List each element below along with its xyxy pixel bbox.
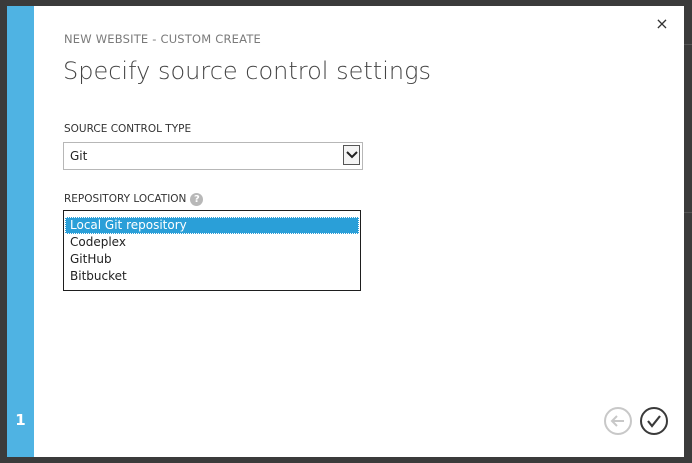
arrow-left-icon xyxy=(610,415,624,427)
back-button[interactable] xyxy=(604,407,632,435)
source-control-type-value: Git xyxy=(70,149,88,163)
new-website-dialog: 1 × NEW WEBSITE - CUSTOM CREATE Specify … xyxy=(7,6,684,457)
repository-location-label-text: REPOSITORY LOCATION xyxy=(64,193,187,205)
repository-option-local-git[interactable]: Local Git repository xyxy=(65,217,359,234)
repository-option-codeplex[interactable]: Codeplex xyxy=(65,234,359,251)
repository-option-github[interactable]: GitHub xyxy=(65,251,359,268)
source-control-type-select[interactable]: Git xyxy=(63,142,363,170)
repository-location-label: REPOSITORY LOCATION? xyxy=(64,193,204,206)
page-title: Specify source control settings xyxy=(63,57,431,85)
complete-button[interactable] xyxy=(640,407,668,435)
checkmark-icon xyxy=(647,415,661,428)
question-icon[interactable]: ? xyxy=(190,193,204,206)
step-number[interactable]: 1 xyxy=(7,411,34,429)
wizard-steps-bar: 1 xyxy=(7,6,34,457)
repository-location-listbox[interactable]: Local Git repository Codeplex GitHub Bit… xyxy=(63,210,361,291)
chevron-down-icon[interactable] xyxy=(343,145,360,165)
source-control-type-label: SOURCE CONTROL TYPE xyxy=(64,123,192,135)
close-icon[interactable]: × xyxy=(654,16,670,32)
wizard-subtitle: NEW WEBSITE - CUSTOM CREATE xyxy=(64,32,262,46)
repository-option-bitbucket[interactable]: Bitbucket xyxy=(65,268,359,285)
